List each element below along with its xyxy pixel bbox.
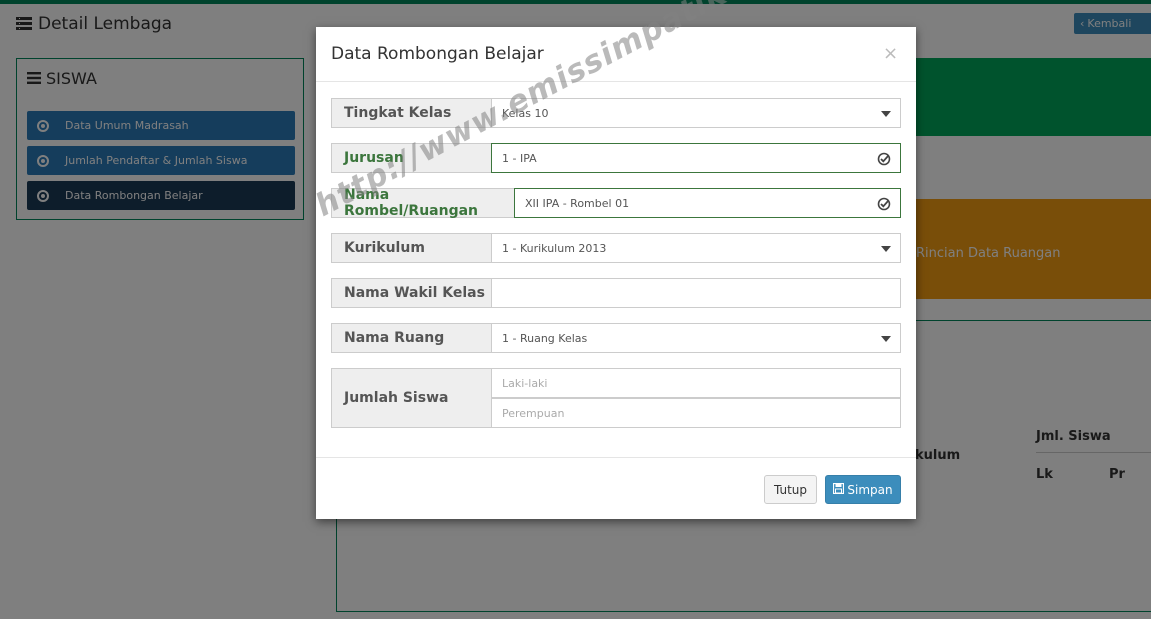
close-icon[interactable]: × — [883, 43, 898, 64]
tutup-button-label: Tutup — [773, 482, 808, 497]
simpan-button[interactable]: Simpan — [825, 475, 901, 504]
jurusan-select[interactable]: 1 - IPA — [491, 143, 901, 173]
laki-laki-placeholder: Laki-laki — [502, 376, 548, 390]
row-kurikulum: Kurikulum 1 - Kurikulum 2013 — [331, 233, 901, 263]
laki-laki-input[interactable]: Laki-laki — [491, 368, 901, 398]
check-circle-icon — [877, 197, 891, 214]
modal-footer: Tutup Simpan — [316, 457, 916, 519]
nama-rombel-input[interactable]: XII IPA - Rombel 01 — [514, 188, 901, 218]
caret-down-icon — [881, 246, 891, 252]
jurusan-value: 1 - IPA — [502, 151, 537, 165]
label-jumlah-siswa: Jumlah Siswa — [331, 368, 492, 428]
row-nama-ruang: Nama Ruang 1 - Ruang Kelas — [331, 323, 901, 353]
nama-ruang-select[interactable]: 1 - Ruang Kelas — [491, 323, 901, 353]
label-kurikulum: Kurikulum — [331, 233, 492, 263]
save-icon — [833, 482, 845, 497]
perempuan-input[interactable]: Perempuan — [491, 398, 901, 428]
row-nama-rombel: Nama Rombel/Ruangan XII IPA - Rombel 01 — [331, 187, 901, 219]
caret-down-icon — [881, 336, 891, 342]
label-nama-ruang: Nama Ruang — [331, 323, 492, 353]
tutup-button[interactable]: Tutup — [764, 475, 817, 504]
row-jumlah-siswa: Jumlah Siswa Laki-laki Perempuan — [331, 368, 901, 428]
nama-rombel-value: XII IPA - Rombel 01 — [525, 196, 630, 210]
check-circle-icon — [877, 152, 891, 169]
rombel-modal: Data Rombongan Belajar × Tingkat Kelas K… — [316, 27, 916, 519]
row-tingkat-kelas: Tingkat Kelas Kelas 10 — [331, 98, 901, 128]
simpan-button-label: Simpan — [847, 482, 893, 497]
modal-title: Data Rombongan Belajar — [331, 44, 544, 64]
nama-wakil-input[interactable] — [491, 278, 901, 308]
caret-down-icon — [881, 111, 891, 117]
nama-ruang-value: 1 - Ruang Kelas — [502, 331, 588, 345]
label-nama-wakil: Nama Wakil Kelas — [331, 278, 492, 308]
row-nama-wakil: Nama Wakil Kelas — [331, 278, 901, 308]
perempuan-placeholder: Perempuan — [502, 406, 565, 420]
kurikulum-select[interactable]: 1 - Kurikulum 2013 — [491, 233, 901, 263]
kurikulum-value: 1 - Kurikulum 2013 — [502, 241, 607, 255]
